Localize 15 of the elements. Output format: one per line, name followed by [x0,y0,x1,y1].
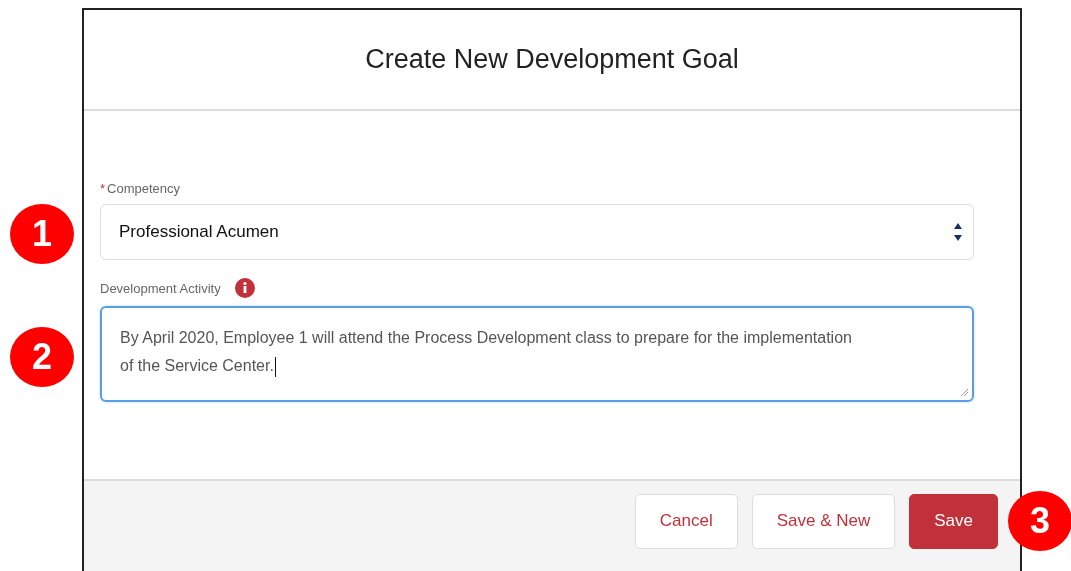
footer-button[interactable]: Save & New [751,493,896,549]
competency-select[interactable]: Professional Acumen [100,204,974,260]
field-label: Development Activity [100,280,221,296]
save-button[interactable]: Save [909,493,998,549]
sort-arrows-icon [953,221,963,243]
dialog-title: Create New Development Goal [365,44,739,75]
info-icon[interactable] [234,278,255,298]
required-mark: * [100,181,106,196]
footer-button[interactable]: Cancel [634,493,738,549]
step-badge: 1 [10,204,74,264]
resize-grip-icon[interactable] [959,387,969,397]
step-badge: 3 [1008,491,1071,551]
activity-textarea[interactable]: By April 2020, Employee 1 will attend the Process Development class to prepare for the implementation of the Service Center. [100,306,974,402]
step-badge: 2 [10,327,74,387]
field-label: Competency [107,181,181,196]
